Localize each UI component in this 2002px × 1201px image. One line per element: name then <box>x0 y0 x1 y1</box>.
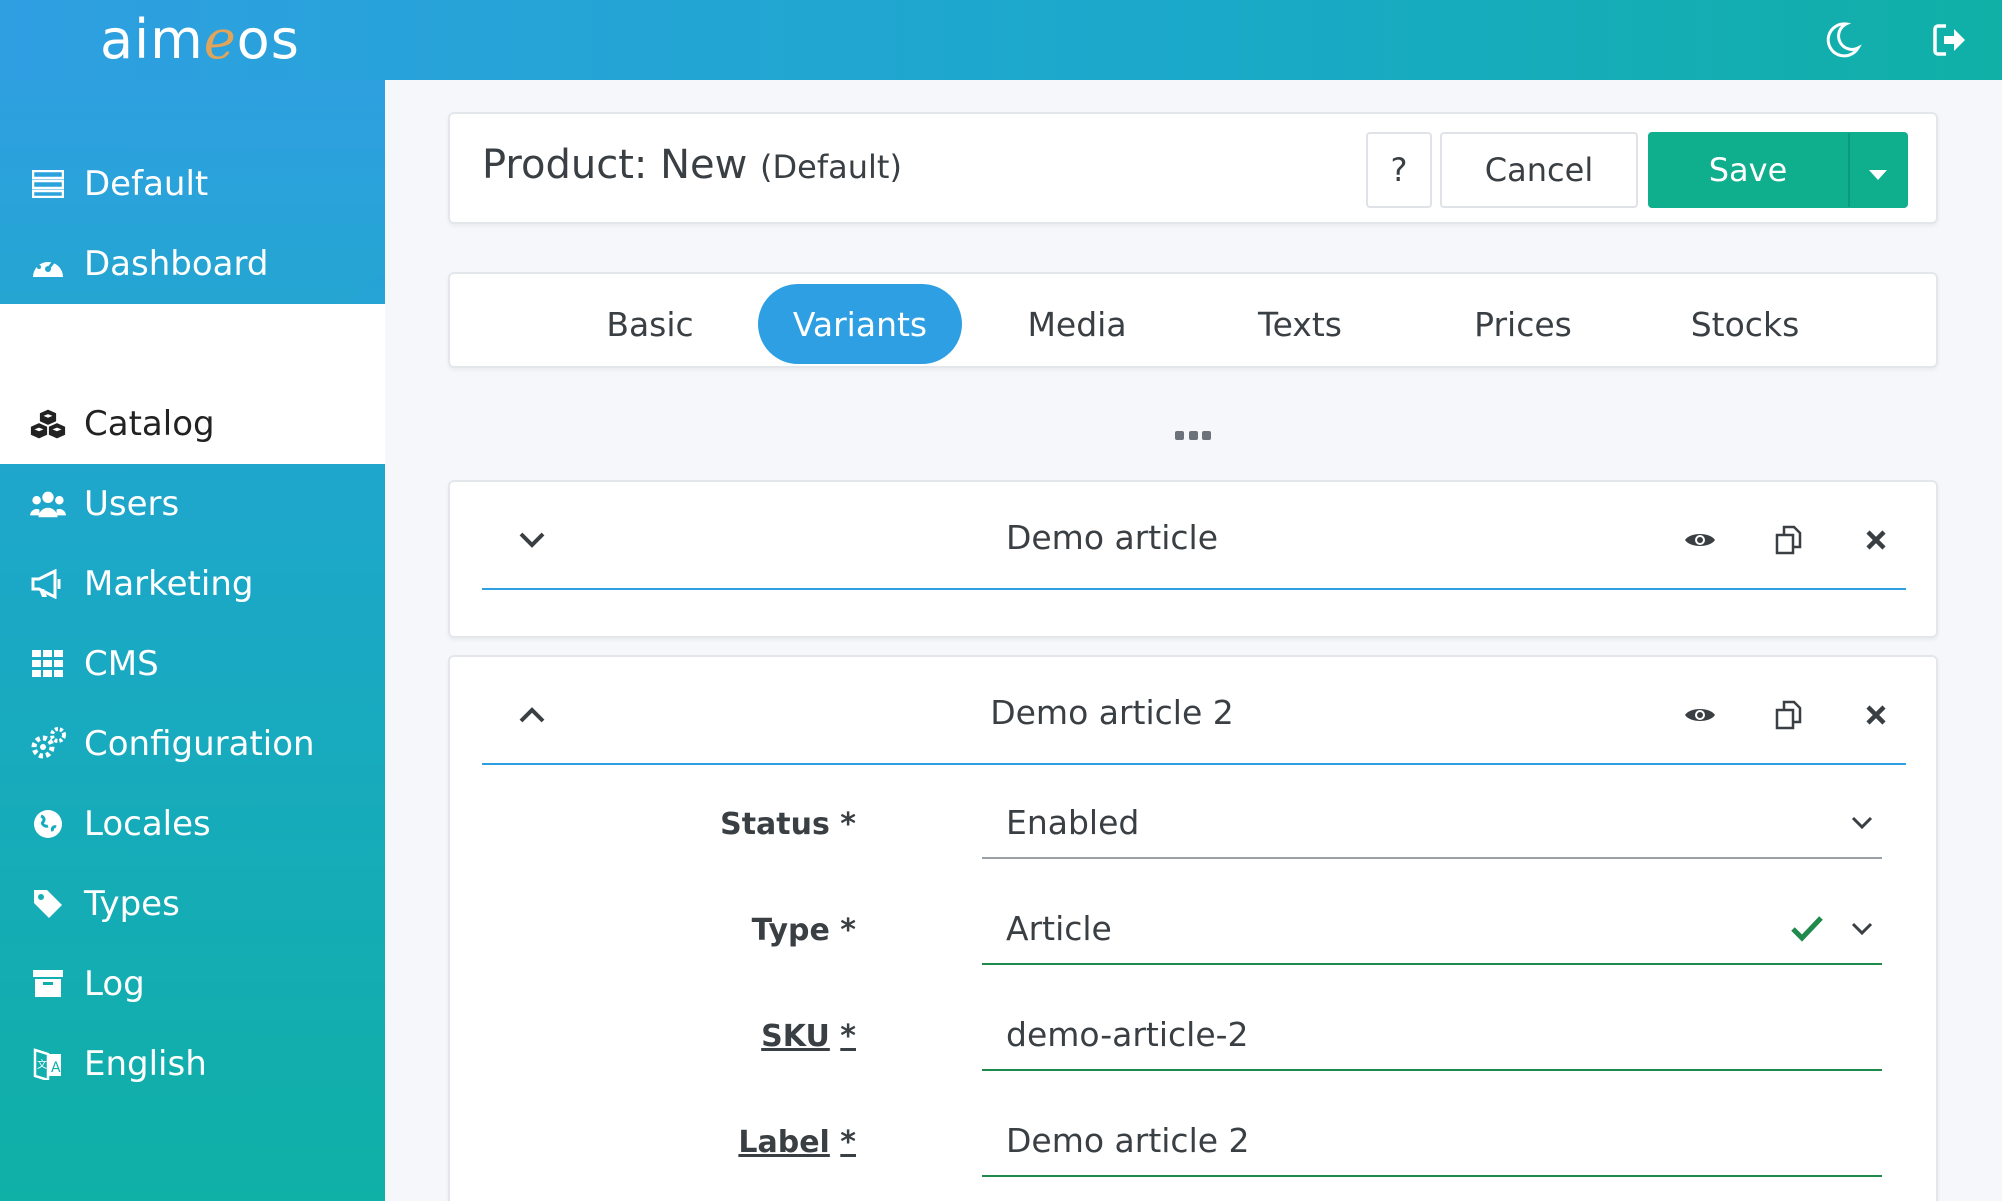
status-value: Enabled <box>1006 802 1140 842</box>
archive-icon <box>30 966 66 1002</box>
tab-texts[interactable]: Texts <box>1205 284 1395 364</box>
sidebar-item-label: Types <box>84 884 180 924</box>
sidebar-item-cms[interactable]: CMS <box>0 624 385 704</box>
close-icon[interactable] <box>1856 520 1896 560</box>
sidebar-item-log[interactable]: Log <box>0 944 385 1024</box>
sidebar-item-label: CMS <box>84 644 159 684</box>
sku-value: demo-article-2 <box>1006 1014 1249 1054</box>
sidebar-item-types[interactable]: Types <box>0 864 385 944</box>
variant-item: Demo article 2 Status * Enabled Type * A… <box>448 655 1938 1201</box>
svg-text:A: A <box>51 1060 61 1076</box>
sidebar-item-label: Log <box>84 964 145 1004</box>
page-title-site: (Default) <box>760 148 902 186</box>
sku-row: SKU * demo-article-2 <box>482 981 1906 1081</box>
page-title: Product: New (Default) <box>482 142 902 188</box>
caret-down-icon <box>1868 151 1888 189</box>
tab-stocks[interactable]: Stocks <box>1650 284 1840 364</box>
sidebar-item-locales[interactable]: Locales <box>0 784 385 864</box>
sku-input[interactable]: demo-article-2 <box>982 999 1882 1071</box>
sidebar-item-label: Users <box>84 484 180 524</box>
tabs-card: Basic Variants Media Texts Prices Stocks <box>448 272 1938 368</box>
tab-basic[interactable]: Basic <box>562 284 738 364</box>
sku-label: SKU * <box>761 1019 856 1054</box>
label-input[interactable]: Demo article 2 <box>982 1105 1882 1177</box>
more-tabs-icon[interactable] <box>1175 428 1211 442</box>
status-row: Status * Enabled <box>482 769 1906 869</box>
users-icon <box>30 486 66 522</box>
sidebar-item-default[interactable]: Default <box>0 144 385 224</box>
sidebar-item-catalog[interactable]: Catalog <box>0 384 385 464</box>
aimeos-logo[interactable]: aimeos <box>100 10 300 70</box>
sidebar-item-label: Sales <box>84 324 175 364</box>
chevron-down-icon <box>1842 803 1882 843</box>
eye-icon[interactable] <box>1680 520 1720 560</box>
sidebar-item-english[interactable]: A文 English <box>0 1024 385 1104</box>
sidebar-item-label: Configuration <box>84 724 315 764</box>
type-row: Type * Article <box>482 875 1906 975</box>
label-value: Demo article 2 <box>1006 1120 1250 1160</box>
sidebar-item-label: English <box>84 1044 207 1084</box>
globe-icon <box>30 806 66 842</box>
eye-icon[interactable] <box>1680 695 1720 735</box>
close-icon[interactable] <box>1856 695 1896 735</box>
save-button[interactable]: Save <box>1648 132 1848 208</box>
type-select[interactable]: Article <box>982 893 1882 965</box>
sidebar-item-users[interactable]: Users <box>0 464 385 544</box>
save-options-button[interactable] <box>1848 132 1908 208</box>
tab-variants[interactable]: Variants <box>758 284 962 364</box>
variant-title: Demo article <box>1005 518 1219 557</box>
tag-icon <box>30 886 66 922</box>
sidebar-item-label: Locales <box>84 804 211 844</box>
sign-out-icon[interactable] <box>1926 16 1974 64</box>
sidebar-item-label: Marketing <box>84 564 254 604</box>
server-icon <box>30 166 66 202</box>
cubes-icon <box>30 406 66 442</box>
sidebar-item-configuration[interactable]: Configuration <box>0 704 385 784</box>
moon-icon[interactable] <box>1818 16 1866 64</box>
label-label: Label * <box>738 1125 856 1160</box>
logo-text-part: aim <box>100 8 204 71</box>
megaphone-icon <box>30 566 66 602</box>
language-icon: A文 <box>30 1046 66 1082</box>
check-icon <box>1787 909 1827 949</box>
label-row: Label * Demo article 2 <box>482 1087 1906 1187</box>
variant-header[interactable]: Demo article <box>482 490 1906 590</box>
chevron-down-icon <box>1842 909 1882 949</box>
sidebar-item-label: Catalog <box>84 404 215 444</box>
page-title-text: Product: New <box>482 142 748 188</box>
variant-header[interactable]: Demo article 2 <box>482 665 1906 765</box>
gauge-icon <box>30 246 66 282</box>
sidebar-item-sales[interactable]: Sales <box>0 304 385 384</box>
sidebar-item-label: Default <box>84 164 209 204</box>
type-label: Type * <box>751 913 856 948</box>
copy-icon[interactable] <box>1769 695 1809 735</box>
status-select[interactable]: Enabled <box>982 787 1882 859</box>
top-bar: aimeos <box>0 0 2002 80</box>
money-icon <box>30 326 66 362</box>
variant-title: Demo article 2 <box>990 693 1234 732</box>
sidebar-item-marketing[interactable]: Marketing <box>0 544 385 624</box>
header-card: Product: New (Default) ? Cancel Save <box>448 112 1938 224</box>
status-label: Status * <box>720 807 856 842</box>
type-value: Article <box>1006 908 1112 948</box>
variant-item: Demo article <box>448 480 1938 638</box>
sidebar-item-label: Dashboard <box>84 244 269 284</box>
cancel-button[interactable]: Cancel <box>1440 132 1638 208</box>
tab-prices[interactable]: Prices <box>1428 284 1618 364</box>
help-button[interactable]: ? <box>1366 132 1432 208</box>
tab-media[interactable]: Media <box>982 284 1172 364</box>
grid-icon <box>30 646 66 682</box>
copy-icon[interactable] <box>1769 520 1809 560</box>
sidebar-item-dashboard[interactable]: Dashboard <box>0 224 385 304</box>
logo-text-part: e <box>203 8 237 71</box>
svg-text:文: 文 <box>37 1058 47 1071</box>
logo-text-part: os <box>236 8 300 71</box>
cogs-icon <box>30 726 66 762</box>
